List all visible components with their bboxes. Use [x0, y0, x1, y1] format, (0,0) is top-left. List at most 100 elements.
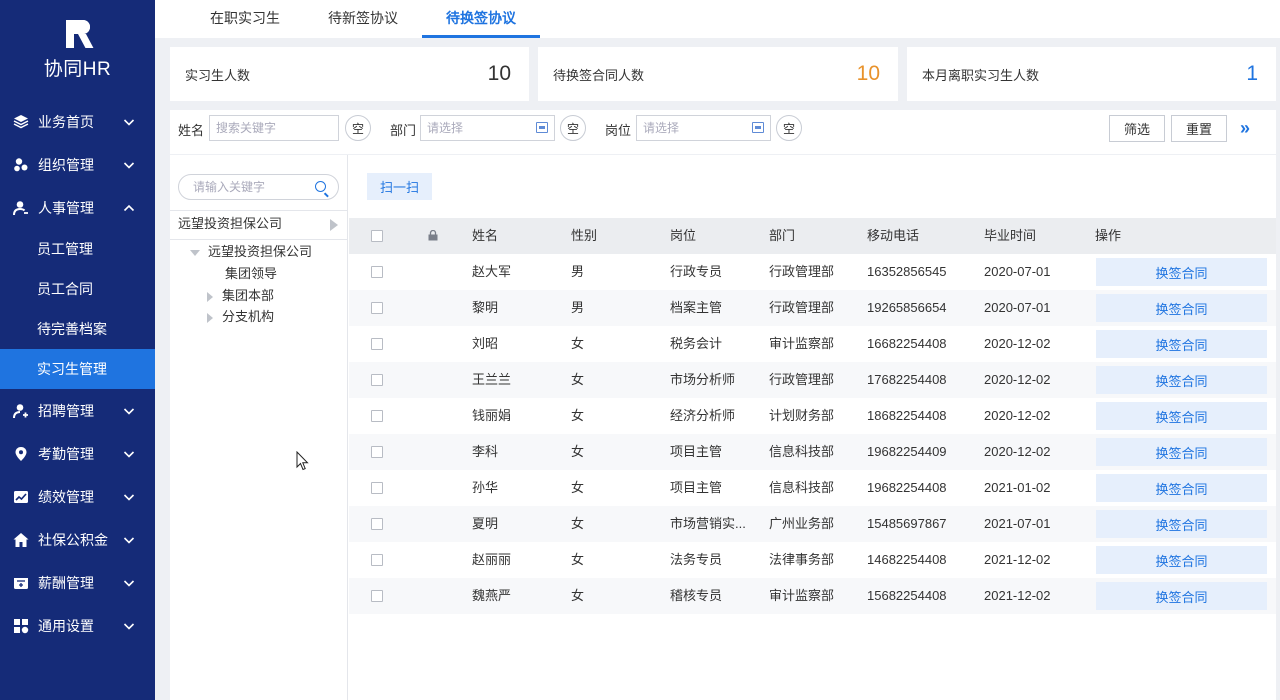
filter-button[interactable]: 筛选 [1109, 115, 1165, 142]
expand-more-icon[interactable]: » [1240, 118, 1250, 139]
sidebar-subitem[interactable]: 待完善档案 [0, 309, 155, 349]
person-add-icon [12, 402, 30, 420]
dept-select-input[interactable]: 请选择 [420, 115, 555, 141]
sidebar-item[interactable]: 薪酬管理 [0, 561, 155, 604]
home-icon [12, 531, 30, 549]
cell-post: 市场分析师 [670, 372, 736, 387]
sidebar-item[interactable]: 通用设置 [0, 604, 155, 647]
tree-root-label: 远望投资担保公司 [178, 216, 283, 231]
cell-grad: 2020-12-02 [984, 408, 1051, 423]
table-row: 李科 女 项目主管 信息科技部 19682254409 2020-12-02 换签合同 [349, 434, 1276, 470]
name-clear-button[interactable]: 空 [345, 115, 371, 141]
collapse-arrow-icon[interactable] [330, 219, 338, 231]
expand-down-icon[interactable] [190, 249, 200, 256]
renew-contract-button[interactable]: 换签合同 [1096, 294, 1267, 322]
cell-name: 夏明 [472, 516, 499, 531]
renew-contract-button[interactable]: 换签合同 [1096, 366, 1267, 394]
sidebar-item[interactable]: 人事管理 [0, 186, 155, 229]
cell-dept: 审计监察部 [769, 588, 835, 603]
col-header-dept: 部门 [769, 228, 796, 243]
person-icon [12, 199, 30, 217]
tab-pending-renew[interactable]: 待换签协议 [422, 0, 540, 38]
scan-button[interactable]: 扫一扫 [367, 173, 432, 200]
cell-phone: 16352856545 [867, 264, 947, 279]
chevron-down-icon[interactable] [123, 115, 135, 127]
row-checkbox[interactable] [371, 266, 383, 278]
chart-icon [12, 488, 30, 506]
col-header-post: 岗位 [670, 228, 697, 243]
expand-right-icon[interactable] [207, 312, 213, 323]
cell-grad: 2020-12-02 [984, 336, 1051, 351]
chevron-down-icon[interactable] [123, 447, 135, 459]
expand-right-icon[interactable] [207, 291, 213, 302]
row-checkbox[interactable] [371, 374, 383, 386]
row-checkbox[interactable] [371, 446, 383, 458]
cell-name: 孙华 [472, 480, 499, 495]
select-all-checkbox[interactable] [371, 230, 383, 242]
tree-node[interactable]: 集团领导 [225, 263, 277, 282]
sidebar-item[interactable]: 社保公积金 [0, 518, 155, 561]
row-checkbox[interactable] [371, 554, 383, 566]
sidebar-item[interactable]: 考勤管理 [0, 432, 155, 475]
chevron-down-icon[interactable] [123, 576, 135, 588]
tree-node[interactable]: 远望投资担保公司 [190, 241, 312, 260]
sidebar-item-label: 人事管理 [38, 199, 94, 216]
search-icon[interactable] [315, 181, 326, 192]
row-checkbox[interactable] [371, 302, 383, 314]
post-clear-button[interactable]: 空 [776, 115, 802, 141]
cell-gender: 男 [571, 264, 585, 279]
name-search-input[interactable]: 搜索关键字 [209, 115, 339, 141]
renew-contract-button[interactable]: 换签合同 [1096, 474, 1267, 502]
cell-post: 法务专员 [670, 552, 723, 567]
chevron-down-icon[interactable] [123, 404, 135, 416]
renew-contract-button[interactable]: 换签合同 [1096, 402, 1267, 430]
sidebar-item[interactable]: 绩效管理 [0, 475, 155, 518]
tree-node[interactable]: 集团本部 [207, 285, 274, 304]
chevron-down-icon[interactable] [123, 490, 135, 502]
table-row: 刘昭 女 税务会计 审计监察部 16682254408 2020-12-02 换签合同 [349, 326, 1276, 362]
tree-search-placeholder: 请输入关键字 [193, 180, 266, 194]
sidebar-subitem[interactable]: 员工合同 [0, 269, 155, 309]
dept-clear-button[interactable]: 空 [560, 115, 586, 141]
tree-root-header[interactable]: 远望投资担保公司 [170, 210, 348, 240]
cell-gender: 女 [571, 372, 585, 387]
stat-card-interns: 实习生人数 10 [170, 47, 529, 101]
stat-card-left: 本月离职实习生人数 1 [907, 47, 1276, 101]
reset-button[interactable]: 重置 [1171, 115, 1227, 142]
chevron-down-icon[interactable] [123, 533, 135, 545]
cell-name: 赵大军 [472, 264, 512, 279]
renew-contract-button[interactable]: 换签合同 [1096, 582, 1267, 610]
post-select-input[interactable]: 请选择 [636, 115, 771, 141]
renew-contract-button[interactable]: 换签合同 [1096, 438, 1267, 466]
renew-contract-button[interactable]: 换签合同 [1096, 330, 1267, 358]
tab-pending-new[interactable]: 待新签协议 [304, 0, 422, 38]
stat-value: 10 [487, 62, 511, 85]
row-checkbox[interactable] [371, 590, 383, 602]
sidebar-subitem[interactable]: 员工管理 [0, 229, 155, 269]
row-checkbox[interactable] [371, 338, 383, 350]
cell-gender: 女 [571, 408, 585, 423]
sidebar-subitem[interactable]: 实习生管理 [0, 349, 155, 389]
chevron-up-icon[interactable] [123, 201, 135, 213]
table-row: 夏明 女 市场营销实... 广州业务部 15485697867 2021-07-01 换签合… [349, 506, 1276, 542]
logo-mark-icon [64, 19, 93, 48]
cell-dept: 信息科技部 [769, 480, 835, 495]
sidebar-item[interactable]: 招聘管理 [0, 389, 155, 432]
renew-contract-button[interactable]: 换签合同 [1096, 258, 1267, 286]
cell-phone: 19265856654 [867, 300, 947, 315]
sidebar-item[interactable]: 组织管理 [0, 143, 155, 186]
renew-contract-button[interactable]: 换签合同 [1096, 546, 1267, 574]
sidebar-item[interactable]: 业务首页 [0, 100, 155, 143]
tree-node[interactable]: 分支机构 [207, 306, 274, 325]
row-checkbox[interactable] [371, 410, 383, 422]
sidebar-item-label: 绩效管理 [38, 488, 94, 505]
row-checkbox[interactable] [371, 482, 383, 494]
chevron-down-icon[interactable] [123, 158, 135, 170]
cell-gender: 女 [571, 444, 585, 459]
chevron-down-icon[interactable] [123, 619, 135, 631]
row-checkbox[interactable] [371, 518, 383, 530]
tree-search-input[interactable]: 请输入关键字 [178, 174, 339, 200]
cell-grad: 2020-12-02 [984, 444, 1051, 459]
tab-active-interns[interactable]: 在职实习生 [186, 0, 304, 38]
renew-contract-button[interactable]: 换签合同 [1096, 510, 1267, 538]
